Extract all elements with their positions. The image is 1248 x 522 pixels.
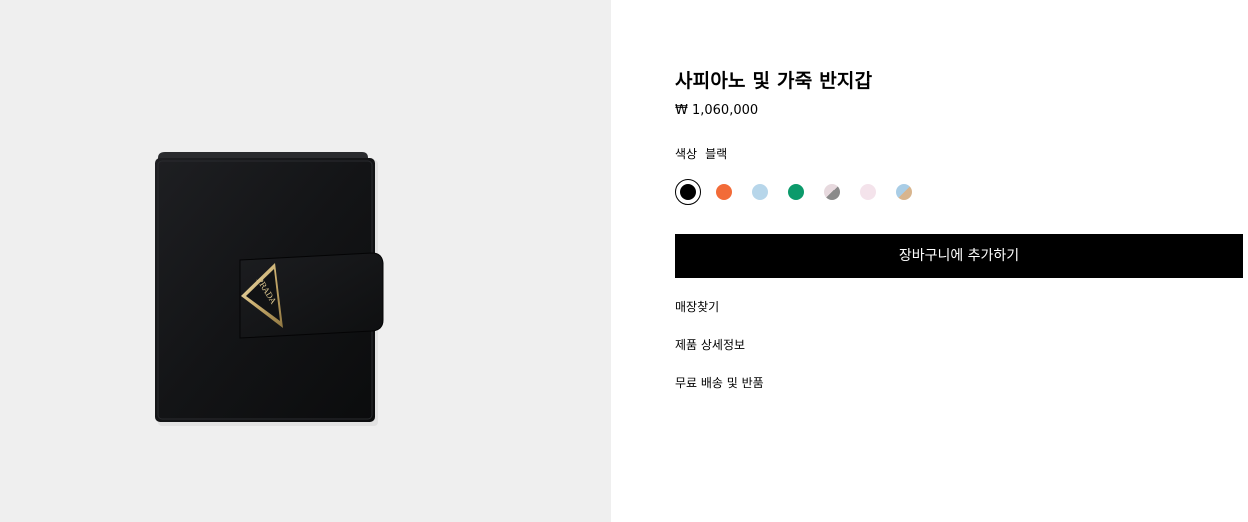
product-image-panel: PRADA <box>0 0 611 522</box>
store-finder-link[interactable]: 매장찾기 <box>675 298 719 315</box>
product-image: PRADA <box>155 152 384 426</box>
add-to-cart-button[interactable]: 장바구니에 추가하기 <box>675 234 1243 278</box>
product-price: ₩ 1,060,000 <box>675 103 759 118</box>
swatch-black[interactable] <box>675 179 701 205</box>
swatch-light-blue[interactable] <box>747 179 773 205</box>
swatch-pink-grey[interactable] <box>819 179 845 205</box>
color-selection-label: 색상 블랙 <box>675 145 727 162</box>
shipping-returns-link[interactable]: 무료 배송 및 반품 <box>675 374 764 391</box>
product-info-panel: 사피아노 및 가죽 반지갑 ₩ 1,060,000 색상 블랙 장바구니에 추가하… <box>611 0 1248 522</box>
swatch-light-pink[interactable] <box>855 179 881 205</box>
product-title: 사피아노 및 가죽 반지갑 <box>675 70 873 92</box>
color-value: 블랙 <box>705 147 728 161</box>
product-details-link[interactable]: 제품 상세정보 <box>675 336 745 353</box>
color-label: 색상 <box>675 147 698 161</box>
swatch-blue-beige[interactable] <box>891 179 917 205</box>
swatch-orange[interactable] <box>711 179 737 205</box>
swatch-green[interactable] <box>783 179 809 205</box>
